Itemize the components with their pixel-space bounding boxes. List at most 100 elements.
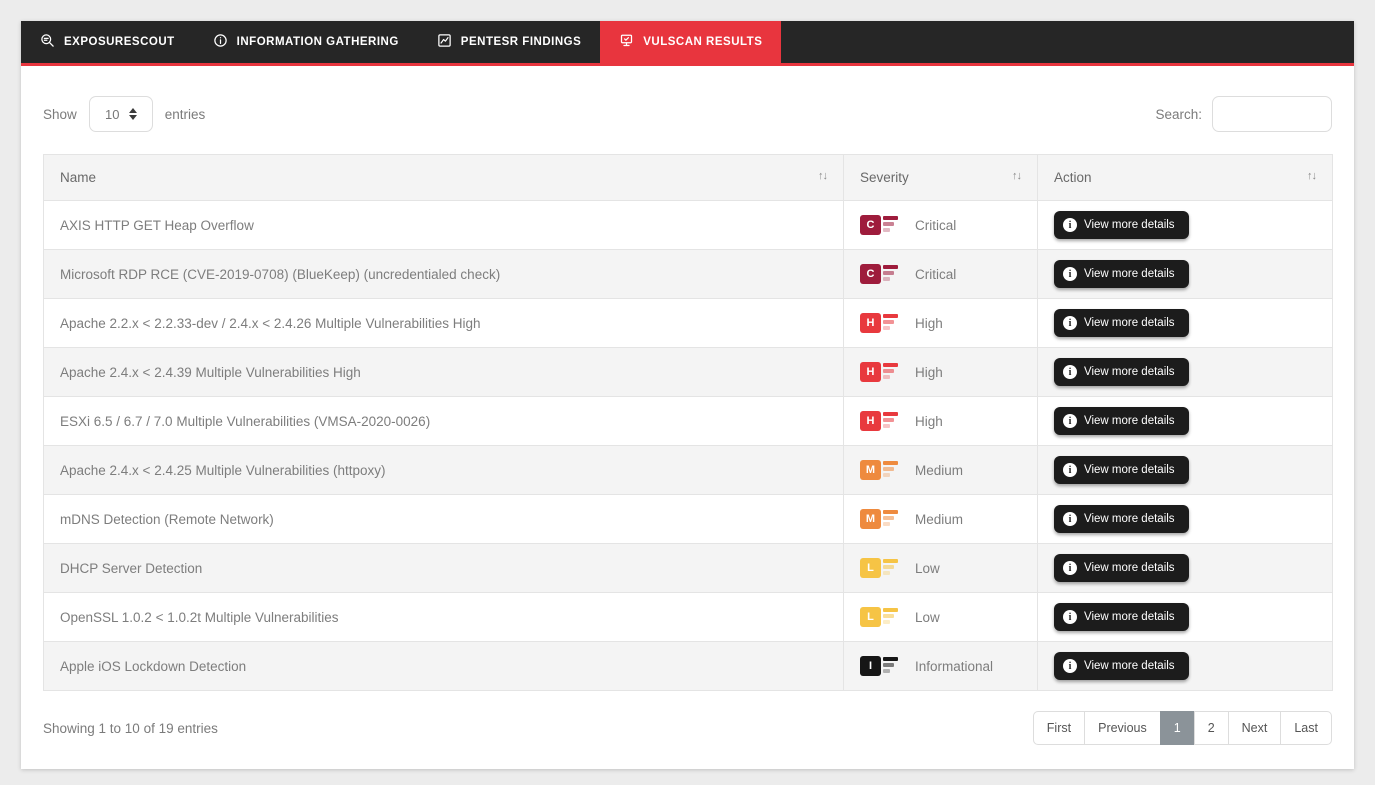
- tab-label: VULSCAN RESULTS: [643, 36, 762, 48]
- severity-letter-box: I: [860, 656, 881, 676]
- entries-label: entries: [165, 107, 206, 122]
- search-control: Search:: [1155, 96, 1332, 132]
- view-details-button-label: View more details: [1084, 611, 1175, 623]
- info-icon: [1063, 463, 1077, 477]
- table-row: Microsoft RDP RCE (CVE-2019-0708) (BlueK…: [44, 250, 1333, 299]
- table-row: Apache 2.2.x < 2.2.33-dev / 2.4.x < 2.4.…: [44, 299, 1333, 348]
- table-footer: Showing 1 to 10 of 19 entries First Prev…: [21, 691, 1354, 769]
- page-size-control: Show 10 entries: [43, 96, 205, 132]
- view-details-button-label: View more details: [1084, 464, 1175, 476]
- info-icon: [1063, 365, 1077, 379]
- severity-letter-box: C: [860, 215, 881, 235]
- row-name: Apache 2.4.x < 2.4.25 Multiple Vulnerabi…: [60, 463, 386, 478]
- severity-badge: L Low: [860, 558, 1021, 578]
- table-body: AXIS HTTP GET Heap Overflow C Critical V…: [44, 201, 1333, 691]
- search-input[interactable]: [1212, 96, 1332, 132]
- severity-bars-icon: [883, 657, 898, 673]
- view-more-details-button[interactable]: View more details: [1054, 309, 1189, 337]
- info-icon: [1063, 561, 1077, 575]
- tab-pentesr-findings[interactable]: PENTESR FINDINGS: [418, 21, 600, 63]
- view-details-button-label: View more details: [1084, 317, 1175, 329]
- table-row: AXIS HTTP GET Heap Overflow C Critical V…: [44, 201, 1333, 250]
- view-more-details-button[interactable]: View more details: [1054, 505, 1189, 533]
- view-details-button-label: View more details: [1084, 415, 1175, 427]
- severity-bars-icon: [883, 608, 898, 624]
- tab-label: INFORMATION GATHERING: [237, 36, 399, 48]
- row-name: AXIS HTTP GET Heap Overflow: [60, 218, 254, 233]
- monitor-check-icon: [619, 33, 634, 51]
- view-more-details-button[interactable]: View more details: [1054, 456, 1189, 484]
- severity-badge: I Informational: [860, 656, 1021, 676]
- severity-badge: C Critical: [860, 215, 1021, 235]
- severity-badge: H High: [860, 362, 1021, 382]
- view-details-button-label: View more details: [1084, 366, 1175, 378]
- severity-bars-icon: [883, 461, 898, 477]
- pagination-page-2-button[interactable]: 2: [1194, 711, 1229, 745]
- info-icon: [1063, 414, 1077, 428]
- pagination-page-1-button[interactable]: 1: [1160, 711, 1195, 745]
- severity-badge: C Critical: [860, 264, 1021, 284]
- sort-arrows-icon: [818, 170, 827, 182]
- pagination-previous-button[interactable]: Previous: [1084, 711, 1161, 745]
- tab-bar: EXPOSURESCOUT INFORMATION GATHERING PENT…: [21, 21, 1354, 66]
- severity-badge: L Low: [860, 607, 1021, 627]
- severity-bars-icon: [883, 559, 898, 575]
- severity-bars-icon: [883, 510, 898, 526]
- view-more-details-button[interactable]: View more details: [1054, 407, 1189, 435]
- severity-label: Critical: [915, 218, 956, 233]
- row-name: mDNS Detection (Remote Network): [60, 512, 274, 527]
- table-row: ESXi 6.5 / 6.7 / 7.0 Multiple Vulnerabil…: [44, 397, 1333, 446]
- severity-letter-box: H: [860, 411, 881, 431]
- show-label: Show: [43, 107, 77, 122]
- tab-label: EXPOSURESCOUT: [64, 36, 175, 48]
- severity-label: Medium: [915, 512, 963, 527]
- pagination-first-button[interactable]: First: [1033, 711, 1085, 745]
- info-icon: [1063, 512, 1077, 526]
- row-name: ESXi 6.5 / 6.7 / 7.0 Multiple Vulnerabil…: [60, 414, 430, 429]
- pagination-next-button[interactable]: Next: [1228, 711, 1282, 745]
- entries-summary: Showing 1 to 10 of 19 entries: [43, 721, 218, 736]
- tab-vulscan-results[interactable]: VULSCAN RESULTS: [600, 21, 781, 63]
- pagination-last-button[interactable]: Last: [1280, 711, 1332, 745]
- severity-letter-box: H: [860, 313, 881, 333]
- row-name: OpenSSL 1.0.2 < 1.0.2t Multiple Vulnerab…: [60, 610, 339, 625]
- view-more-details-button[interactable]: View more details: [1054, 260, 1189, 288]
- info-icon: [1063, 659, 1077, 673]
- view-details-button-label: View more details: [1084, 513, 1175, 525]
- column-header-severity[interactable]: Severity: [844, 155, 1038, 201]
- row-name: Apache 2.2.x < 2.2.33-dev / 2.4.x < 2.4.…: [60, 316, 481, 331]
- sort-arrows-icon: [1307, 170, 1316, 182]
- table-row: Apache 2.4.x < 2.4.39 Multiple Vulnerabi…: [44, 348, 1333, 397]
- severity-bars-icon: [883, 363, 898, 379]
- column-header-name[interactable]: Name: [44, 155, 844, 201]
- table-row: Apple iOS Lockdown Detection I Informati…: [44, 642, 1333, 691]
- severity-bars-icon: [883, 412, 898, 428]
- severity-label: Low: [915, 610, 940, 625]
- table-row: mDNS Detection (Remote Network) M Medium…: [44, 495, 1333, 544]
- row-name: DHCP Server Detection: [60, 561, 202, 576]
- magnifier-icon: [40, 33, 55, 51]
- row-name: Apple iOS Lockdown Detection: [60, 659, 246, 674]
- info-circle-icon: [213, 33, 228, 51]
- severity-badge: M Medium: [860, 509, 1021, 529]
- pagination: First Previous 1 2 Next Last: [1033, 711, 1332, 745]
- tab-label: PENTESR FINDINGS: [461, 36, 581, 48]
- view-more-details-button[interactable]: View more details: [1054, 211, 1189, 239]
- findings-table: Name Severity Action AXIS HTTP GET Heap …: [43, 154, 1333, 691]
- tab-information-gathering[interactable]: INFORMATION GATHERING: [194, 21, 418, 63]
- view-more-details-button[interactable]: View more details: [1054, 358, 1189, 386]
- table-header-row: Name Severity Action: [44, 155, 1333, 201]
- page-size-select[interactable]: 10: [89, 96, 153, 132]
- column-header-action[interactable]: Action: [1038, 155, 1333, 201]
- severity-letter-box: M: [860, 509, 881, 529]
- view-more-details-button[interactable]: View more details: [1054, 652, 1189, 680]
- severity-bars-icon: [883, 265, 898, 281]
- view-more-details-button[interactable]: View more details: [1054, 554, 1189, 582]
- view-more-details-button[interactable]: View more details: [1054, 603, 1189, 631]
- tab-exposurescout[interactable]: EXPOSURESCOUT: [21, 21, 194, 63]
- severity-letter-box: H: [860, 362, 881, 382]
- info-icon: [1063, 316, 1077, 330]
- table-row: DHCP Server Detection L Low View more de…: [44, 544, 1333, 593]
- severity-bars-icon: [883, 216, 898, 232]
- table-controls: Show 10 entries Search:: [21, 66, 1354, 154]
